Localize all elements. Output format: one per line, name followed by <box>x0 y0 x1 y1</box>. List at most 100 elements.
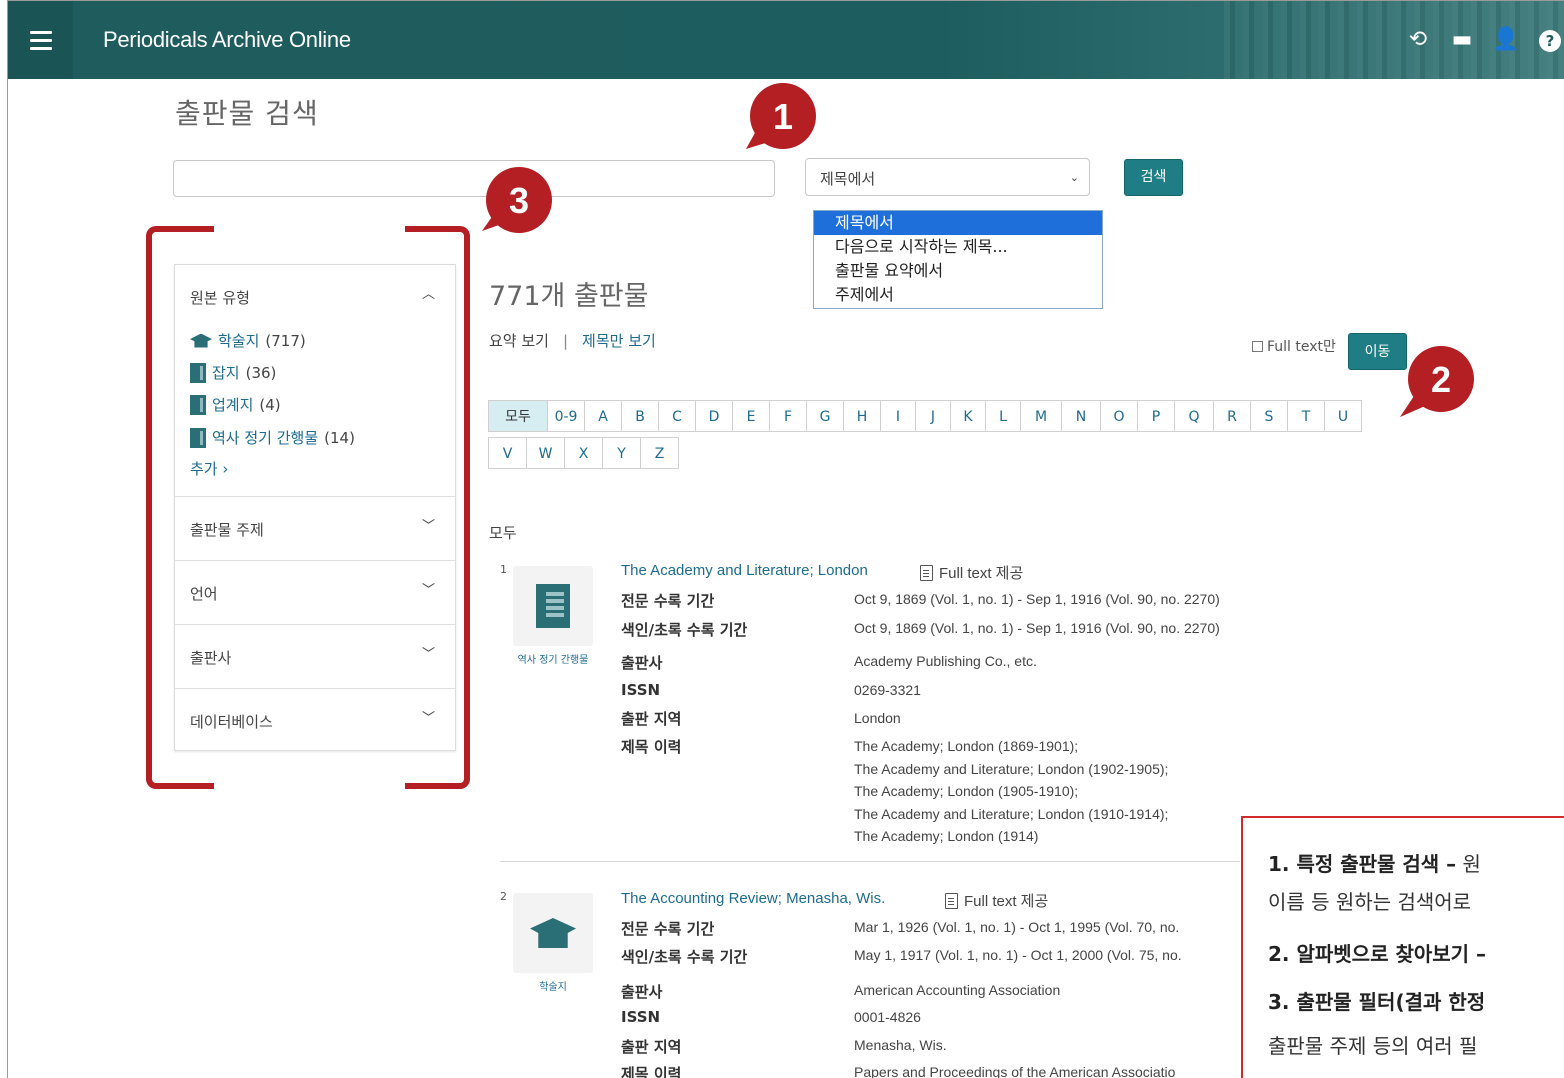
folder-icon[interactable]: ▬ <box>1448 27 1476 52</box>
alphabet-browse-letter[interactable]: A <box>584 400 622 432</box>
alphabet-browse-letter[interactable]: H <box>843 400 881 432</box>
search-field-select[interactable]: 제목에서 ⌄ <box>805 158 1090 196</box>
alphabet-browse-letter[interactable]: 0-9 <box>547 400 585 432</box>
alphabet-browse-letter[interactable]: M <box>1020 400 1062 432</box>
graduation-cap-icon <box>190 333 212 348</box>
filter-item-scholarly-journal[interactable]: 학술지 (717) <box>190 330 306 351</box>
go-button[interactable]: 이동 <box>1348 333 1407 370</box>
view-separator: | <box>562 332 569 350</box>
filter-section-subject[interactable]: 출판물 주제 ﹀ <box>175 496 455 560</box>
hamburger-menu-button[interactable] <box>8 1 73 79</box>
alphabet-browse-letter[interactable]: R <box>1213 400 1251 432</box>
alphabet-browse-letter[interactable]: T <box>1287 400 1325 432</box>
header-icons: ⟲ ▬ 👤 ? <box>1404 27 1564 52</box>
history-icon[interactable]: ⟲ <box>1404 27 1432 52</box>
field-label: 전문 수록 기간 <box>621 920 715 938</box>
magazine-icon <box>190 362 206 383</box>
record-thumbnail[interactable] <box>513 566 593 646</box>
view-summary-link[interactable]: 요약 보기 <box>489 332 549 350</box>
app-title[interactable]: Periodicals Archive Online <box>103 27 351 53</box>
field-value: Academy Publishing Co., etc. <box>854 653 1037 669</box>
title-history-item: The Academy; London (1905-1910); <box>854 783 1079 799</box>
filter-item-count: (14) <box>324 428 355 447</box>
alphabet-browse-row-2: VWXYZ <box>488 437 679 469</box>
dropdown-option[interactable]: 출판물 요약에서 <box>814 259 1102 283</box>
alphabet-browse-letter[interactable]: D <box>695 400 733 432</box>
record-type-label: 역사 정기 간행물 <box>517 655 589 666</box>
callout-badge-1: 1 <box>746 83 816 149</box>
alphabet-browse-letter[interactable]: X <box>564 437 603 469</box>
dropdown-option[interactable]: 제목에서 <box>814 211 1102 235</box>
annotation-box: 1. 특정 출판물 검색 – 원 이름 등 원하는 검색어로 2. 알파벳으로 … <box>1241 816 1564 1078</box>
view-titles-only-link[interactable]: 제목만 보기 <box>582 332 656 350</box>
title-history-item: The Academy; London (1914) <box>854 828 1039 844</box>
alphabet-browse-letter[interactable]: U <box>1324 400 1362 432</box>
alphabet-browse-letter[interactable]: P <box>1137 400 1175 432</box>
badge-number: 2 <box>1431 359 1451 400</box>
chevron-down-icon: ﹀ <box>421 647 435 662</box>
user-icon[interactable]: 👤 <box>1492 27 1520 52</box>
full-text-label: Full text 제공 <box>964 893 1049 910</box>
filter-section-label: 출판사 <box>190 649 232 667</box>
alphabet-browse-letter[interactable]: N <box>1061 400 1101 432</box>
record-title-link[interactable]: The Accounting Review; Menasha, Wis. <box>621 890 885 907</box>
filter-section-database[interactable]: 데이터베이스 ﹀ <box>175 688 455 752</box>
alphabet-browse-letter[interactable]: O <box>1100 400 1138 432</box>
field-label: 출판사 <box>621 654 663 672</box>
alphabet-browse-letter[interactable]: 모두 <box>488 400 548 432</box>
document-icon <box>920 564 933 581</box>
alphabet-browse-letter[interactable]: B <box>621 400 659 432</box>
record-divider <box>500 861 1240 862</box>
alphabet-browse-letter[interactable]: F <box>769 400 807 432</box>
full-text-available-tag[interactable]: Full text 제공 <box>920 562 1023 583</box>
filter-section-publisher[interactable]: 출판사 ﹀ <box>175 624 455 688</box>
dropdown-option[interactable]: 다음으로 시작하는 제목... <box>814 235 1102 259</box>
alphabet-browse-letter[interactable]: L <box>985 400 1021 432</box>
search-field-dropdown: 제목에서 다음으로 시작하는 제목... 출판물 요약에서 주제에서 <box>813 210 1103 309</box>
help-icon[interactable]: ? <box>1536 27 1564 52</box>
alphabet-browse-letter[interactable]: I <box>880 400 916 432</box>
record-thumbnail[interactable] <box>513 893 593 973</box>
alphabet-browse-letter[interactable]: V <box>488 437 527 469</box>
field-value: 0001-4826 <box>854 1009 921 1025</box>
alphabet-browse-letter[interactable]: K <box>950 400 986 432</box>
annotation-line-4: 3. 출판물 필터(결과 한정 <box>1268 986 1485 1015</box>
filter-item-magazine[interactable]: 잡지 (36) <box>190 362 276 383</box>
chevron-up-icon[interactable]: ︿ <box>422 283 435 302</box>
alphabet-browse-letter[interactable]: J <box>915 400 951 432</box>
dropdown-option[interactable]: 주제에서 <box>814 283 1102 307</box>
field-label: 출판 지역 <box>621 1038 682 1056</box>
search-button[interactable]: 검색 <box>1124 159 1183 196</box>
filter-item-trade-journal[interactable]: 업계지 (4) <box>190 394 281 415</box>
full-text-only-checkbox[interactable]: Full text만 <box>1252 336 1336 356</box>
filter-item-historical-periodical[interactable]: 역사 정기 간행물 (14) <box>190 427 355 448</box>
page-title: 출판물 검색 <box>175 97 319 130</box>
full-text-label: Full text 제공 <box>939 565 1024 582</box>
field-label: 전문 수록 기간 <box>621 592 715 610</box>
record-title-link[interactable]: The Academy and Literature; London <box>621 562 868 579</box>
full-text-available-tag[interactable]: Full text 제공 <box>945 890 1048 911</box>
record-number: 2 <box>500 890 507 903</box>
alphabet-browse-letter[interactable]: Y <box>602 437 641 469</box>
alphabet-browse-letter[interactable]: Q <box>1174 400 1214 432</box>
alphabet-browse-letter[interactable]: C <box>658 400 696 432</box>
alphabet-browse-letter[interactable]: W <box>526 437 565 469</box>
alphabet-browse-letter[interactable]: S <box>1250 400 1288 432</box>
alphabet-browse-letter[interactable]: G <box>806 400 844 432</box>
filter-heading-source-type[interactable]: 원본 유형 <box>190 287 250 308</box>
newspaper-icon <box>536 584 570 628</box>
filter-panel: 원본 유형 ︿ 학술지 (717) 잡지 (36) 업계지 (4) 역사 정기 … <box>174 264 456 751</box>
filter-section-language[interactable]: 언어 ﹀ <box>175 560 455 624</box>
checkbox-label: Full text만 <box>1267 339 1336 355</box>
filter-more-link[interactable]: 추가 › <box>190 458 228 479</box>
field-label: 출판 지역 <box>621 710 682 728</box>
checkbox-icon <box>1252 340 1263 352</box>
search-select-value: 제목에서 <box>820 170 876 188</box>
trade-journal-icon <box>190 394 206 415</box>
results-section-label: 모두 <box>489 524 517 542</box>
filter-item-label: 학술지 <box>218 332 260 350</box>
alphabet-browse-letter[interactable]: E <box>732 400 770 432</box>
alphabet-browse-letter[interactable]: Z <box>640 437 679 469</box>
filter-item-label: 잡지 <box>212 364 240 382</box>
result-count: 771개 출판물 <box>489 281 649 312</box>
